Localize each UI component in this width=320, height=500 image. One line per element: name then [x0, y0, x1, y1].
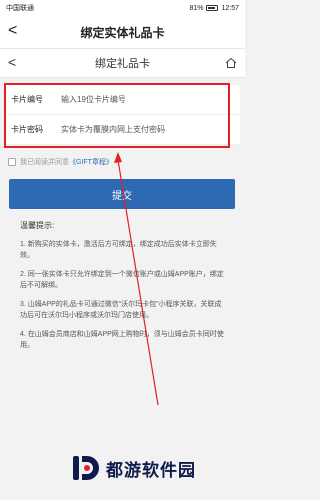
watermark: 都游软件园 [70, 448, 196, 488]
tip-item: 1. 新购买的实体卡，激活后方可绑定，绑定成功后实体卡立即失效。 [20, 241, 217, 259]
battery-percent: 81% [189, 4, 204, 12]
agreement-row: 我已阅读并同意 《GIFT章程》 [8, 157, 113, 167]
watermark-logo-icon [73, 456, 99, 480]
tips-heading: 温馨提示: [20, 221, 55, 230]
card-number-row: 卡片编号 输入19位卡片编号 [5, 85, 240, 115]
status-bar: 中国联通 81% 12:57 [0, 0, 245, 16]
card-number-label: 卡片编号 [11, 95, 43, 104]
web-title: 绑定礼品卡 [95, 58, 150, 70]
gift-terms-link[interactable]: 《GIFT章程》 [69, 157, 113, 167]
battery-icon [206, 5, 219, 11]
tip-item: 4. 在山姆会员商店和山姆APP网上购物时，须与山姆会员卡同时使用。 [20, 331, 224, 349]
gift-card-form: 卡片编号 输入19位卡片编号 卡片密码 实体卡为覆膜内网上支付密码 [5, 85, 240, 145]
watermark-text: 都游软件园 [106, 460, 196, 480]
submit-button[interactable]: 提交 [9, 179, 235, 209]
clock: 12:57 [221, 4, 239, 12]
status-right: 81% 12:57 [189, 5, 239, 12]
web-header: < 绑定礼品卡 [0, 48, 245, 78]
tips-section: 温馨提示: 1. 新购买的实体卡，激活后方可绑定，绑定成功后实体卡立即失效。 2… [20, 220, 226, 359]
home-icon[interactable] [225, 57, 237, 69]
card-password-row: 卡片密码 实体卡为覆膜内网上支付密码 [5, 115, 240, 145]
web-back-button[interactable]: < [8, 54, 16, 70]
carrier-name: 中国联通 [6, 5, 34, 12]
app-header: < 绑定实体礼品卡 [0, 16, 245, 48]
agree-checkbox[interactable] [8, 158, 16, 166]
card-number-input[interactable]: 输入19位卡片编号 [55, 94, 240, 105]
card-password-label: 卡片密码 [11, 125, 43, 134]
card-password-input[interactable]: 实体卡为覆膜内网上支付密码 [55, 124, 240, 135]
tip-item: 2. 同一张实体卡只允许绑定到一个微信账户或山姆APP账户，绑定后不可解绑。 [20, 271, 224, 289]
tip-item: 3. 山姆APP的礼品卡可通过微信“沃尔玛卡包”小程序关联，关联成功后可在沃尔玛… [20, 301, 222, 319]
page-title: 绑定实体礼品卡 [80, 25, 165, 40]
back-button[interactable]: < [8, 22, 17, 40]
agree-text: 我已阅读并同意 [20, 159, 69, 166]
